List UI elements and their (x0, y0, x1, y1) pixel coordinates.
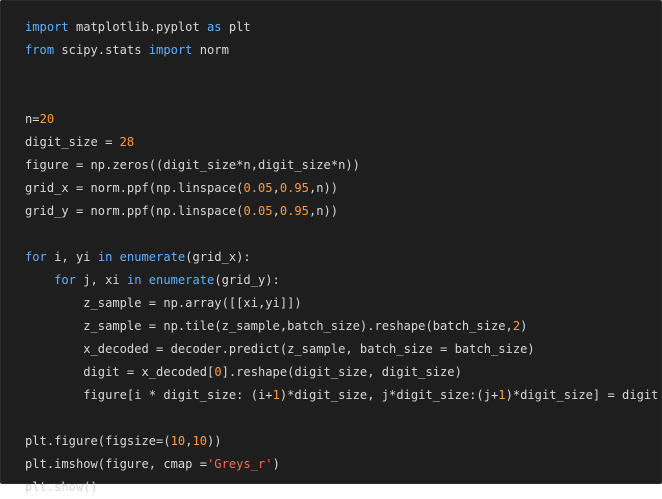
code-text: )*digit_size] = digit (505, 388, 659, 402)
code-text: ) (520, 319, 528, 333)
code-lines: import matplotlib.pyplot as plt from scip… (25, 16, 661, 499)
code-string: 'Greys_r' (207, 457, 273, 471)
code-number: 0.95 (279, 181, 309, 195)
code-line: plt.show() (25, 476, 661, 499)
code-text: figure = np.zeros((digit_size*n,digit_si… (25, 158, 360, 172)
code-text: ) (272, 457, 280, 471)
code-keyword: import (148, 43, 193, 57)
code-text: digit_size = (25, 135, 120, 149)
code-text: ,n)) (308, 204, 339, 218)
code-line: grid_y = norm.ppf(np.linspace(0.05,0.95,… (25, 200, 661, 223)
code-number: 0.95 (279, 204, 309, 218)
code-block: import matplotlib.pyplot as plt from scip… (0, 0, 662, 494)
code-keyword: enumerate (148, 273, 215, 287)
code-text: )*digit_size, j*digit_size:(j+ (279, 388, 499, 402)
code-keyword: from (25, 43, 55, 57)
code-text: , (272, 204, 280, 218)
code-text: grid_y = norm.ppf(np.linspace( (25, 204, 244, 218)
code-text: plt.figure(figsize=( (25, 434, 171, 448)
code-text: ].reshape(digit_size, digit_size) (221, 365, 462, 379)
code-line: import matplotlib.pyplot as plt (25, 16, 661, 39)
code-text: figure[i * digit_size: (i+ (25, 388, 273, 402)
code-number: 28 (119, 135, 135, 149)
code-text: norm (192, 43, 229, 57)
code-line: plt.figure(figsize=(10,10)) (25, 430, 661, 453)
code-text: n= (25, 112, 40, 126)
code-text: , (272, 181, 280, 195)
code-text: x_decoded = decoder.predict(z_sample, ba… (25, 342, 535, 356)
code-line: digit_size = 28 (25, 131, 661, 154)
code-line: for j, xi in enumerate(grid_y): (25, 269, 661, 292)
code-number: 10 (192, 434, 208, 448)
code-number: 0 (214, 365, 222, 379)
code-number: 1 (498, 388, 506, 402)
code-line: for i, yi in enumerate(grid_x): (25, 246, 661, 269)
code-keyword: import (25, 20, 69, 34)
code-keyword: for (25, 250, 47, 264)
code-line: z_sample = np.array([[xi,yi]]) (25, 292, 661, 315)
code-keyword: as (207, 20, 222, 34)
code-text: plt.imshow(figure, cmap = (25, 457, 208, 471)
code-text: plt.show() (25, 480, 98, 494)
code-line: figure[i * digit_size: (i+1)*digit_size,… (25, 384, 661, 407)
code-line: digit = x_decoded[0].reshape(digit_size,… (25, 361, 661, 384)
code-keyword: in (126, 273, 142, 287)
code-number: 20 (39, 112, 55, 126)
code-line: from scipy.stats import norm (25, 39, 661, 62)
code-keyword: in (97, 250, 113, 264)
code-text: j, xi (75, 273, 127, 287)
code-text: (grid_x): (185, 250, 251, 264)
code-line: plt.imshow(figure, cmap ='Greys_r') (25, 453, 661, 476)
code-number: 1 (272, 388, 280, 402)
code-text: ,n)) (308, 181, 339, 195)
code-line: x_decoded = decoder.predict(z_sample, ba… (25, 338, 661, 361)
code-keyword: enumerate (119, 250, 186, 264)
code-text: digit = x_decoded[ (25, 365, 215, 379)
code-text: plt (221, 20, 251, 34)
code-text: i, yi (46, 250, 98, 264)
code-line: z_sample = np.tile(z_sample,batch_size).… (25, 315, 661, 338)
code-text: scipy.stats (54, 43, 149, 57)
code-text: z_sample = np.array([[xi,yi]]) (25, 296, 302, 310)
code-number: 0.05 (243, 204, 273, 218)
code-text: z_sample = np.tile(z_sample,batch_size).… (25, 319, 513, 333)
code-text: )) (207, 434, 222, 448)
code-line: grid_x = norm.ppf(np.linspace(0.05,0.95,… (25, 177, 661, 200)
code-text: (grid_y): (214, 273, 280, 287)
code-line: figure = np.zeros((digit_size*n,digit_si… (25, 154, 661, 177)
code-keyword: for (54, 273, 76, 287)
code-line: n=20 (25, 108, 661, 131)
code-text: matplotlib.pyplot (68, 20, 208, 34)
code-text: grid_x = norm.ppf(np.linspace( (25, 181, 244, 195)
code-number: 10 (170, 434, 186, 448)
code-number: 0.05 (243, 181, 273, 195)
